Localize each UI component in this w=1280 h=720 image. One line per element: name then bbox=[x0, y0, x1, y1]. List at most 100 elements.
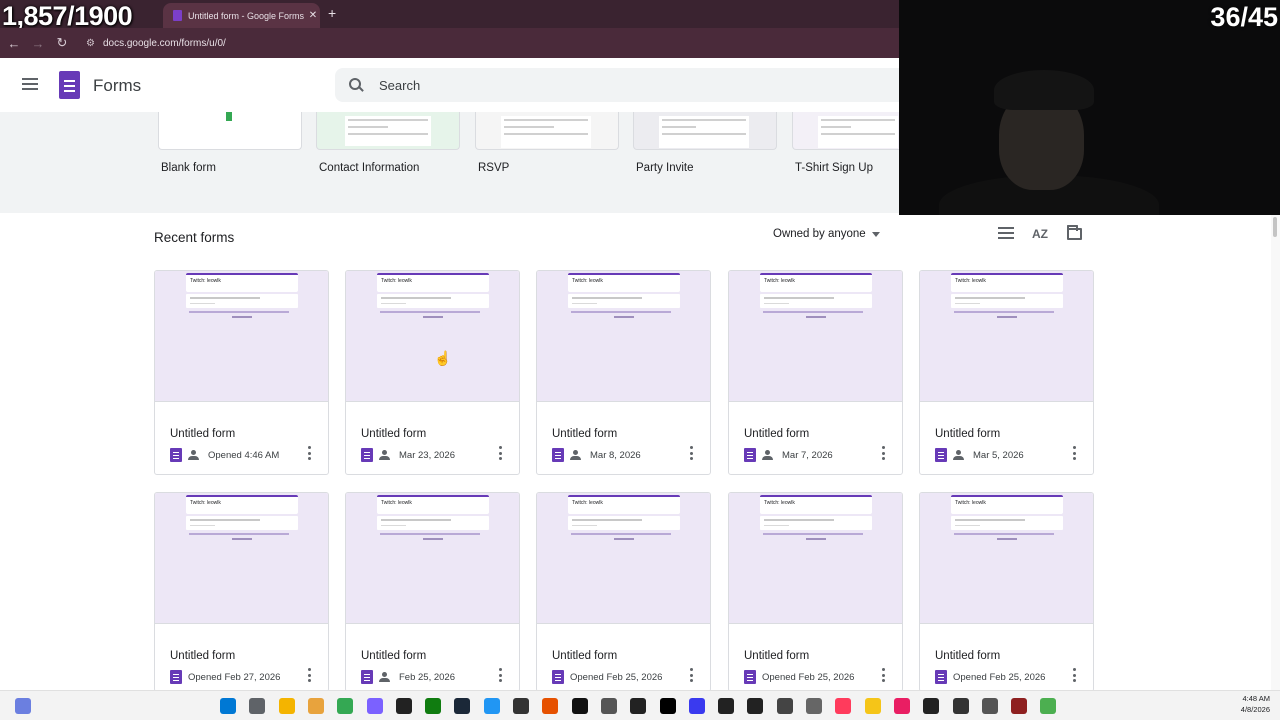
form-card[interactable]: Twitch: leowlk Untitled form Mar 8, 2026 bbox=[536, 270, 711, 475]
sort-az-icon[interactable]: AZ bbox=[1032, 227, 1048, 241]
form-name[interactable]: Untitled form bbox=[552, 650, 617, 662]
search-bar[interactable] bbox=[335, 68, 899, 102]
taskbar-app-icon[interactable] bbox=[307, 698, 324, 714]
new-tab-button[interactable]: + bbox=[328, 5, 336, 21]
app-name[interactable]: Forms bbox=[93, 76, 141, 96]
taskbar-app-icon[interactable] bbox=[571, 698, 588, 714]
owner-filter-dropdown[interactable]: Owned by anyone bbox=[773, 228, 880, 240]
form-preview[interactable]: Twitch: leowlk bbox=[155, 493, 328, 624]
browser-tab[interactable]: Untitled form - Google Forms ✕ bbox=[163, 3, 320, 28]
taskbar-app-icon[interactable] bbox=[835, 698, 852, 714]
taskbar-app-icon[interactable] bbox=[952, 698, 969, 714]
form-card[interactable]: Twitch: leowlk Untitled form Mar 23, 2026 bbox=[345, 270, 520, 475]
form-name[interactable]: Untitled form bbox=[170, 428, 235, 440]
form-name[interactable]: Untitled form bbox=[552, 428, 617, 440]
forms-logo-icon[interactable] bbox=[59, 71, 80, 99]
form-preview[interactable]: Twitch: leowlk bbox=[920, 271, 1093, 402]
form-card[interactable]: Twitch: leowlk Untitled form Mar 7, 2026 bbox=[728, 270, 903, 475]
taskbar-app-icon[interactable] bbox=[923, 698, 940, 714]
form-card[interactable]: Twitch: leowlk Untitled form Opened Feb 25… bbox=[536, 492, 711, 692]
more-options-icon[interactable] bbox=[882, 668, 886, 682]
template-blank-form[interactable]: Blank form bbox=[158, 112, 302, 174]
taskbar-app-icon[interactable] bbox=[806, 698, 822, 714]
form-name[interactable]: Untitled form bbox=[744, 428, 809, 440]
taskbar-app-icon[interactable] bbox=[220, 698, 236, 714]
url-field[interactable]: ⚙ docs.google.com/forms/u/0/ bbox=[86, 38, 226, 49]
form-card[interactable]: Twitch: leowlk Untitled form Mar 5, 2026 bbox=[919, 270, 1094, 475]
taskbar-app-icon[interactable] bbox=[425, 698, 442, 714]
folder-picker-icon[interactable] bbox=[1067, 225, 1082, 240]
search-icon[interactable] bbox=[349, 78, 363, 92]
taskbar-app-icon[interactable] bbox=[1011, 698, 1028, 714]
template-thumbnail[interactable] bbox=[158, 112, 302, 150]
form-preview[interactable]: Twitch: leowlk bbox=[537, 271, 710, 402]
list-view-icon[interactable] bbox=[998, 227, 1014, 241]
template-tshirt-sign-up[interactable]: T-Shirt Sign Up bbox=[792, 112, 899, 174]
taskbar-app-icon[interactable] bbox=[395, 698, 412, 714]
more-options-icon[interactable] bbox=[1073, 446, 1077, 460]
taskbar-app-icon[interactable] bbox=[688, 698, 705, 714]
more-options-icon[interactable] bbox=[1073, 668, 1077, 682]
more-options-icon[interactable] bbox=[882, 446, 886, 460]
tab-close-icon[interactable]: ✕ bbox=[306, 10, 320, 21]
form-preview[interactable]: Twitch: leowlk bbox=[346, 271, 519, 402]
taskbar-app-icon[interactable] bbox=[718, 698, 735, 714]
template-thumbnail[interactable] bbox=[633, 112, 777, 150]
system-clock[interactable]: 4:48 AM 4/8/2026 bbox=[1241, 693, 1270, 715]
more-options-icon[interactable] bbox=[308, 668, 312, 682]
taskbar-app-icon[interactable] bbox=[454, 698, 471, 714]
taskbar-app-icon[interactable] bbox=[981, 698, 998, 714]
taskbar-app-icon[interactable] bbox=[864, 698, 881, 714]
page-scrollbar[interactable] bbox=[1271, 215, 1280, 690]
form-name[interactable]: Untitled form bbox=[744, 650, 809, 662]
taskbar-app-icon[interactable] bbox=[747, 698, 764, 714]
form-preview[interactable]: Twitch: leowlk bbox=[537, 493, 710, 624]
form-card[interactable]: Twitch: leowlk Untitled form Opened Feb 27… bbox=[154, 492, 329, 692]
taskbar-app-icon[interactable] bbox=[659, 698, 676, 714]
form-name[interactable]: Untitled form bbox=[361, 428, 426, 440]
template-contact-information[interactable]: Contact Information bbox=[316, 112, 460, 174]
form-card[interactable]: Twitch: leowlk Untitled form Feb 25, 2026 bbox=[345, 492, 520, 692]
template-thumbnail[interactable] bbox=[316, 112, 460, 150]
forward-icon[interactable]: → bbox=[26, 36, 50, 51]
taskbar-app-icon[interactable] bbox=[630, 698, 647, 714]
template-thumbnail[interactable] bbox=[792, 112, 899, 150]
form-card[interactable]: Twitch: leowlk Untitled form Opened 4:46 A… bbox=[154, 270, 329, 475]
form-name[interactable]: Untitled form bbox=[361, 650, 426, 662]
taskbar-app-icon[interactable] bbox=[513, 698, 529, 714]
reload-icon[interactable]: ↻ bbox=[50, 35, 74, 51]
template-party-invite[interactable]: Party Invite bbox=[633, 112, 777, 174]
more-options-icon[interactable] bbox=[308, 446, 312, 460]
taskbar-app-icon[interactable] bbox=[337, 698, 354, 714]
main-menu-icon[interactable] bbox=[22, 78, 38, 90]
taskbar-app-icon[interactable] bbox=[542, 698, 559, 714]
back-icon[interactable]: ← bbox=[2, 36, 26, 51]
widgets-icon[interactable] bbox=[15, 698, 31, 714]
site-info-icon[interactable]: ⚙ bbox=[86, 38, 95, 49]
search-input[interactable] bbox=[379, 77, 779, 93]
more-options-icon[interactable] bbox=[499, 668, 503, 682]
form-name[interactable]: Untitled form bbox=[935, 428, 1000, 440]
more-options-icon[interactable] bbox=[690, 668, 694, 682]
taskbar-app-icon[interactable] bbox=[278, 698, 295, 714]
taskbar-app-icon[interactable] bbox=[366, 698, 383, 714]
form-name[interactable]: Untitled form bbox=[170, 650, 235, 662]
taskbar-app-icon[interactable] bbox=[893, 698, 910, 714]
taskbar-app-icon[interactable] bbox=[249, 698, 266, 714]
form-preview[interactable]: Twitch: leowlk bbox=[155, 271, 328, 402]
more-options-icon[interactable] bbox=[499, 446, 503, 460]
form-name[interactable]: Untitled form bbox=[935, 650, 1000, 662]
form-preview[interactable]: Twitch: leowlk bbox=[346, 493, 519, 624]
more-options-icon[interactable] bbox=[690, 446, 694, 460]
form-preview[interactable]: Twitch: leowlk bbox=[729, 493, 902, 624]
template-thumbnail[interactable] bbox=[475, 112, 619, 150]
form-preview[interactable]: Twitch: leowlk bbox=[920, 493, 1093, 624]
form-card[interactable]: Twitch: leowlk Untitled form Opened Feb 25… bbox=[728, 492, 903, 692]
template-rsvp[interactable]: RSVP bbox=[475, 112, 619, 174]
form-card[interactable]: Twitch: leowlk Untitled form Opened Feb 25… bbox=[919, 492, 1094, 692]
taskbar-app-icon[interactable] bbox=[600, 698, 617, 714]
form-preview[interactable]: Twitch: leowlk bbox=[729, 271, 902, 402]
taskbar-app-icon[interactable] bbox=[483, 698, 500, 714]
taskbar-app-icon[interactable] bbox=[1040, 698, 1057, 714]
taskbar-app-icon[interactable] bbox=[776, 698, 793, 714]
